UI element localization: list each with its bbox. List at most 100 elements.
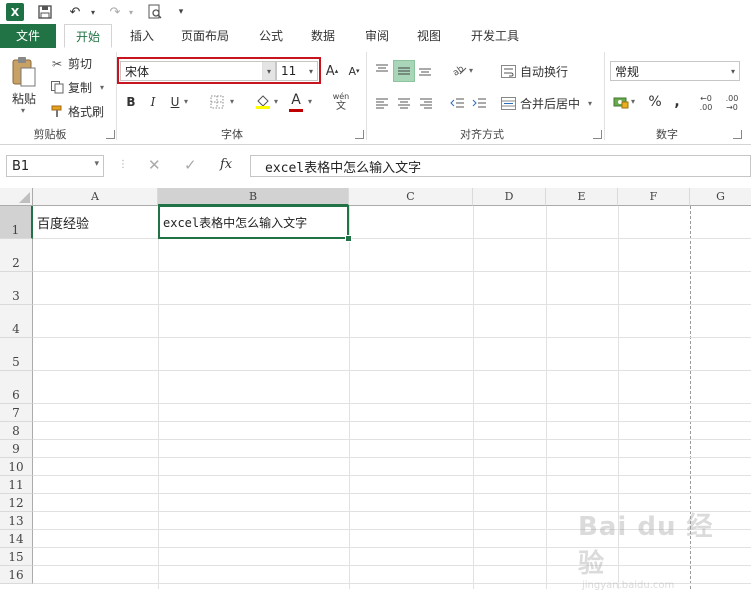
tab-data[interactable]: 数据 xyxy=(302,24,344,48)
font-size-combo[interactable]: 11 ▾ xyxy=(276,61,318,81)
tab-insert[interactable]: 插入 xyxy=(122,24,162,48)
row-header[interactable]: 4 xyxy=(0,305,33,338)
cell-b1-selected[interactable]: excel表格中怎么输入文字 xyxy=(158,205,349,239)
column-header[interactable]: C xyxy=(349,188,473,206)
grow-font-button[interactable]: A ▴ xyxy=(323,62,341,80)
format-painter-label: 格式刷 xyxy=(68,105,105,119)
row-header[interactable]: 3 xyxy=(0,272,33,305)
font-launcher-icon[interactable] xyxy=(355,130,364,139)
number-format-combo[interactable]: 常规 ▾ xyxy=(610,61,740,81)
increase-decimal-button[interactable]: ←0 .00 xyxy=(696,94,716,112)
font-color-dropdown-icon[interactable]: ▾ xyxy=(308,97,312,106)
percent-style-button[interactable]: % xyxy=(646,93,664,111)
column-header[interactable]: E xyxy=(546,188,618,206)
column-header[interactable]: D xyxy=(473,188,546,206)
redo-dropdown-icon[interactable]: ▾ xyxy=(122,3,140,21)
align-center-icon[interactable] xyxy=(395,94,413,112)
italic-button[interactable]: I xyxy=(144,93,162,111)
formula-input[interactable]: excel表格中怎么输入文字 xyxy=(250,155,751,177)
font-name-dropdown-icon[interactable]: ▾ xyxy=(262,62,275,80)
shrink-font-button[interactable]: A ▾ xyxy=(345,62,363,80)
select-all-corner[interactable] xyxy=(0,188,33,206)
orientation-icon[interactable]: ab xyxy=(450,61,468,79)
undo-dropdown-icon[interactable]: ▾ xyxy=(84,3,102,21)
row-header-selected[interactable]: 1 xyxy=(0,206,33,239)
row-header[interactable]: 8 xyxy=(0,422,33,440)
align-top-icon[interactable] xyxy=(373,61,391,79)
align-right-icon[interactable] xyxy=(417,94,435,112)
cell-a1[interactable]: 百度经验 xyxy=(34,206,159,238)
paste-button[interactable]: 粘贴 xyxy=(12,90,36,107)
worksheet-grid[interactable]: A B C D E F G 1 2 3 4 5 6 7 8 9 10 11 12… xyxy=(0,188,751,591)
tab-formulas[interactable]: 公式 xyxy=(250,24,292,48)
accounting-format-icon[interactable] xyxy=(612,93,630,111)
number-launcher-icon[interactable] xyxy=(733,130,742,139)
tab-home[interactable]: 开始 xyxy=(64,24,112,48)
column-header-selected[interactable]: B xyxy=(158,188,349,206)
tab-view[interactable]: 视图 xyxy=(408,24,450,48)
save-icon[interactable] xyxy=(36,3,54,21)
undo-icon[interactable]: ↶ xyxy=(66,3,84,21)
font-name-combo[interactable]: 宋体 ▾ xyxy=(120,61,276,81)
align-bottom-icon[interactable] xyxy=(416,61,434,79)
paste-icon[interactable] xyxy=(10,56,38,88)
row-header[interactable]: 7 xyxy=(0,404,33,422)
paste-dropdown-icon[interactable]: ▾ xyxy=(21,106,25,115)
decrease-decimal-button[interactable]: .00 →0 xyxy=(722,94,742,112)
number-format-dropdown-icon[interactable]: ▾ xyxy=(727,62,739,80)
borders-icon[interactable] xyxy=(208,93,226,111)
row-header[interactable]: 14 xyxy=(0,530,33,548)
align-middle-icon[interactable] xyxy=(393,60,415,82)
alignment-launcher-icon[interactable] xyxy=(593,130,602,139)
underline-button[interactable]: U xyxy=(166,93,184,111)
row-header[interactable]: 16 xyxy=(0,566,33,584)
tab-page-layout[interactable]: 页面布局 xyxy=(172,24,238,48)
confirm-entry-icon[interactable]: ✓ xyxy=(184,156,197,174)
tab-developer[interactable]: 开发工具 xyxy=(460,24,530,48)
name-box-dropdown-icon[interactable]: ▾ xyxy=(94,159,99,169)
print-preview-icon[interactable] xyxy=(146,3,164,21)
row-header[interactable]: 11 xyxy=(0,476,33,494)
insert-function-icon[interactable]: fx xyxy=(220,157,232,172)
comma-style-button[interactable]: , xyxy=(668,93,686,111)
fill-color-icon[interactable] xyxy=(254,92,272,110)
fill-handle[interactable] xyxy=(345,235,352,242)
align-left-icon[interactable] xyxy=(373,94,391,112)
underline-dropdown-icon[interactable]: ▾ xyxy=(184,97,188,106)
column-header[interactable]: G xyxy=(690,188,751,206)
row-header[interactable]: 15 xyxy=(0,548,33,566)
name-box[interactable]: B1 ▾ xyxy=(6,155,104,177)
fill-color-dropdown-icon[interactable]: ▾ xyxy=(274,97,278,106)
decrease-indent-icon[interactable] xyxy=(448,94,466,112)
row-header[interactable]: 9 xyxy=(0,440,33,458)
column-header[interactable]: F xyxy=(618,188,690,206)
merge-center-button[interactable]: 合并后居中 ▾ xyxy=(500,95,592,112)
gridline xyxy=(33,403,751,404)
copy-dropdown-icon[interactable]: ▾ xyxy=(100,83,104,92)
row-header[interactable]: 10 xyxy=(0,458,33,476)
row-header[interactable]: 5 xyxy=(0,338,33,371)
column-header[interactable]: A xyxy=(33,188,158,206)
orientation-dropdown-icon[interactable]: ▾ xyxy=(469,66,473,75)
merge-dropdown-icon[interactable]: ▾ xyxy=(588,99,592,108)
tab-review[interactable]: 审阅 xyxy=(356,24,398,48)
row-header[interactable]: 6 xyxy=(0,371,33,404)
phonetic-button[interactable]: wén 文 xyxy=(331,92,351,116)
clipboard-launcher-icon[interactable] xyxy=(106,130,115,139)
row-header[interactable]: 2 xyxy=(0,239,33,272)
customize-quick-access-icon[interactable]: ▾ xyxy=(172,3,190,21)
font-color-button[interactable]: A xyxy=(286,92,306,112)
font-size-dropdown-icon[interactable]: ▾ xyxy=(305,62,317,80)
format-painter-button[interactable]: 格式刷 xyxy=(50,103,104,120)
borders-dropdown-icon[interactable]: ▾ xyxy=(230,97,234,106)
wrap-text-button[interactable]: 自动换行 xyxy=(500,63,568,80)
cut-button[interactable]: ✂ 剪切 xyxy=(50,55,92,72)
bold-button[interactable]: B xyxy=(122,93,140,111)
increase-indent-icon[interactable] xyxy=(470,94,488,112)
cancel-entry-icon[interactable]: ✕ xyxy=(148,156,161,174)
copy-button[interactable]: 复制 ▾ xyxy=(50,79,104,96)
row-header[interactable]: 12 xyxy=(0,494,33,512)
accounting-dropdown-icon[interactable]: ▾ xyxy=(631,97,635,106)
row-header[interactable]: 13 xyxy=(0,512,33,530)
tab-file[interactable]: 文件 xyxy=(0,24,56,48)
